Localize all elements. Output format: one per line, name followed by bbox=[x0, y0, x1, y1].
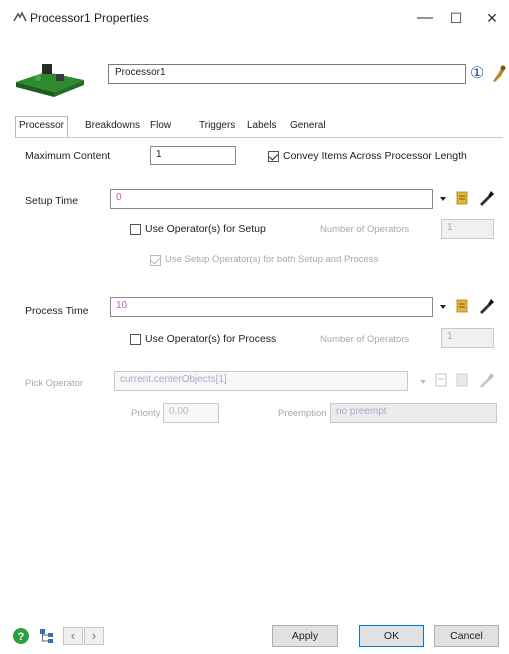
title-bar: Processor1 Properties — ☐ ✕ bbox=[0, 0, 509, 36]
info-icon[interactable]: ① bbox=[470, 64, 488, 84]
use-setup-both-checkbox[interactable] bbox=[150, 255, 161, 266]
window-title: Processor1 Properties bbox=[30, 11, 149, 25]
use-operator-setup-label: Use Operator(s) for Setup bbox=[145, 223, 266, 235]
processor-window-icon bbox=[13, 11, 27, 22]
pin-icon[interactable] bbox=[489, 63, 507, 85]
pick-operator-field[interactable]: current.centerObjects[1] bbox=[114, 371, 408, 391]
processor-model-icon bbox=[16, 64, 84, 97]
cancel-button[interactable]: Cancel bbox=[434, 625, 499, 647]
process-time-label: Process Time bbox=[25, 305, 89, 317]
process-time-dropdown-icon[interactable] bbox=[440, 305, 446, 309]
maximize-button[interactable]: ☐ bbox=[436, 4, 476, 32]
tree-view-icon[interactable] bbox=[38, 627, 56, 645]
pick-operator-picker-icon[interactable] bbox=[477, 371, 495, 389]
object-name-field[interactable]: Processor1 bbox=[108, 64, 466, 84]
help-icon[interactable]: ? bbox=[12, 627, 30, 645]
use-operator-setup-checkbox[interactable] bbox=[130, 224, 141, 235]
tab-processor[interactable]: Processor bbox=[15, 116, 69, 137]
pick-operator-value: current.centerObjects[1] bbox=[120, 374, 227, 385]
max-content-label: Maximum Content bbox=[25, 150, 111, 162]
tab-general[interactable]: General bbox=[287, 117, 329, 135]
tab-flow[interactable]: Flow bbox=[147, 117, 174, 135]
setup-time-field[interactable]: 0 bbox=[110, 189, 433, 209]
tab-triggers[interactable]: Triggers bbox=[196, 117, 238, 135]
previous-object-button[interactable]: ‹ bbox=[63, 627, 83, 645]
setup-time-label: Setup Time bbox=[25, 195, 79, 207]
pick-operator-template-icon[interactable] bbox=[455, 372, 469, 388]
use-operator-process-label: Use Operator(s) for Process bbox=[145, 333, 277, 345]
process-time-picker-icon[interactable] bbox=[477, 297, 495, 315]
process-time-field[interactable]: 10 bbox=[110, 297, 433, 317]
convey-items-checkbox[interactable] bbox=[268, 151, 279, 162]
pick-operator-dropdown-icon[interactable] bbox=[420, 380, 426, 384]
num-operators-setup-label: Number of Operators bbox=[320, 224, 410, 235]
pick-operator-edit-icon[interactable] bbox=[434, 372, 448, 388]
tab-breakdowns[interactable]: Breakdowns bbox=[82, 117, 143, 135]
priority-label: Priority bbox=[131, 408, 161, 419]
process-time-template-icon[interactable] bbox=[455, 298, 469, 314]
next-object-button[interactable]: › bbox=[84, 627, 104, 645]
num-operators-process-field[interactable]: 1 bbox=[441, 328, 494, 348]
num-operators-process-label: Number of Operators bbox=[320, 334, 410, 345]
close-button[interactable]: ✕ bbox=[472, 4, 509, 32]
max-content-field[interactable]: 1 bbox=[150, 146, 236, 165]
setup-time-dropdown-icon[interactable] bbox=[440, 197, 446, 201]
pick-operator-label: Pick Operator bbox=[25, 378, 84, 389]
tab-labels[interactable]: Labels bbox=[244, 117, 279, 135]
preemption-label: Preemption bbox=[278, 408, 327, 419]
num-operators-setup-field[interactable]: 1 bbox=[441, 219, 494, 239]
use-operator-process-checkbox[interactable] bbox=[130, 334, 141, 345]
convey-items-label: Convey Items Across Processor Length bbox=[283, 150, 467, 162]
tab-bar: Processor Breakdowns Flow Triggers Label… bbox=[15, 116, 375, 137]
apply-button[interactable]: Apply bbox=[272, 625, 338, 647]
tab-divider bbox=[15, 137, 503, 138]
ok-button[interactable]: OK bbox=[359, 625, 424, 647]
preemption-value: no preempt bbox=[336, 406, 387, 417]
setup-time-template-icon[interactable] bbox=[455, 190, 469, 206]
svg-text:?: ? bbox=[18, 631, 25, 643]
preemption-select[interactable]: no preempt bbox=[330, 403, 497, 423]
priority-field[interactable]: 0.00 bbox=[163, 403, 219, 423]
use-setup-both-label: Use Setup Operator(s) for both Setup and… bbox=[165, 254, 379, 265]
setup-time-picker-icon[interactable] bbox=[477, 189, 495, 207]
